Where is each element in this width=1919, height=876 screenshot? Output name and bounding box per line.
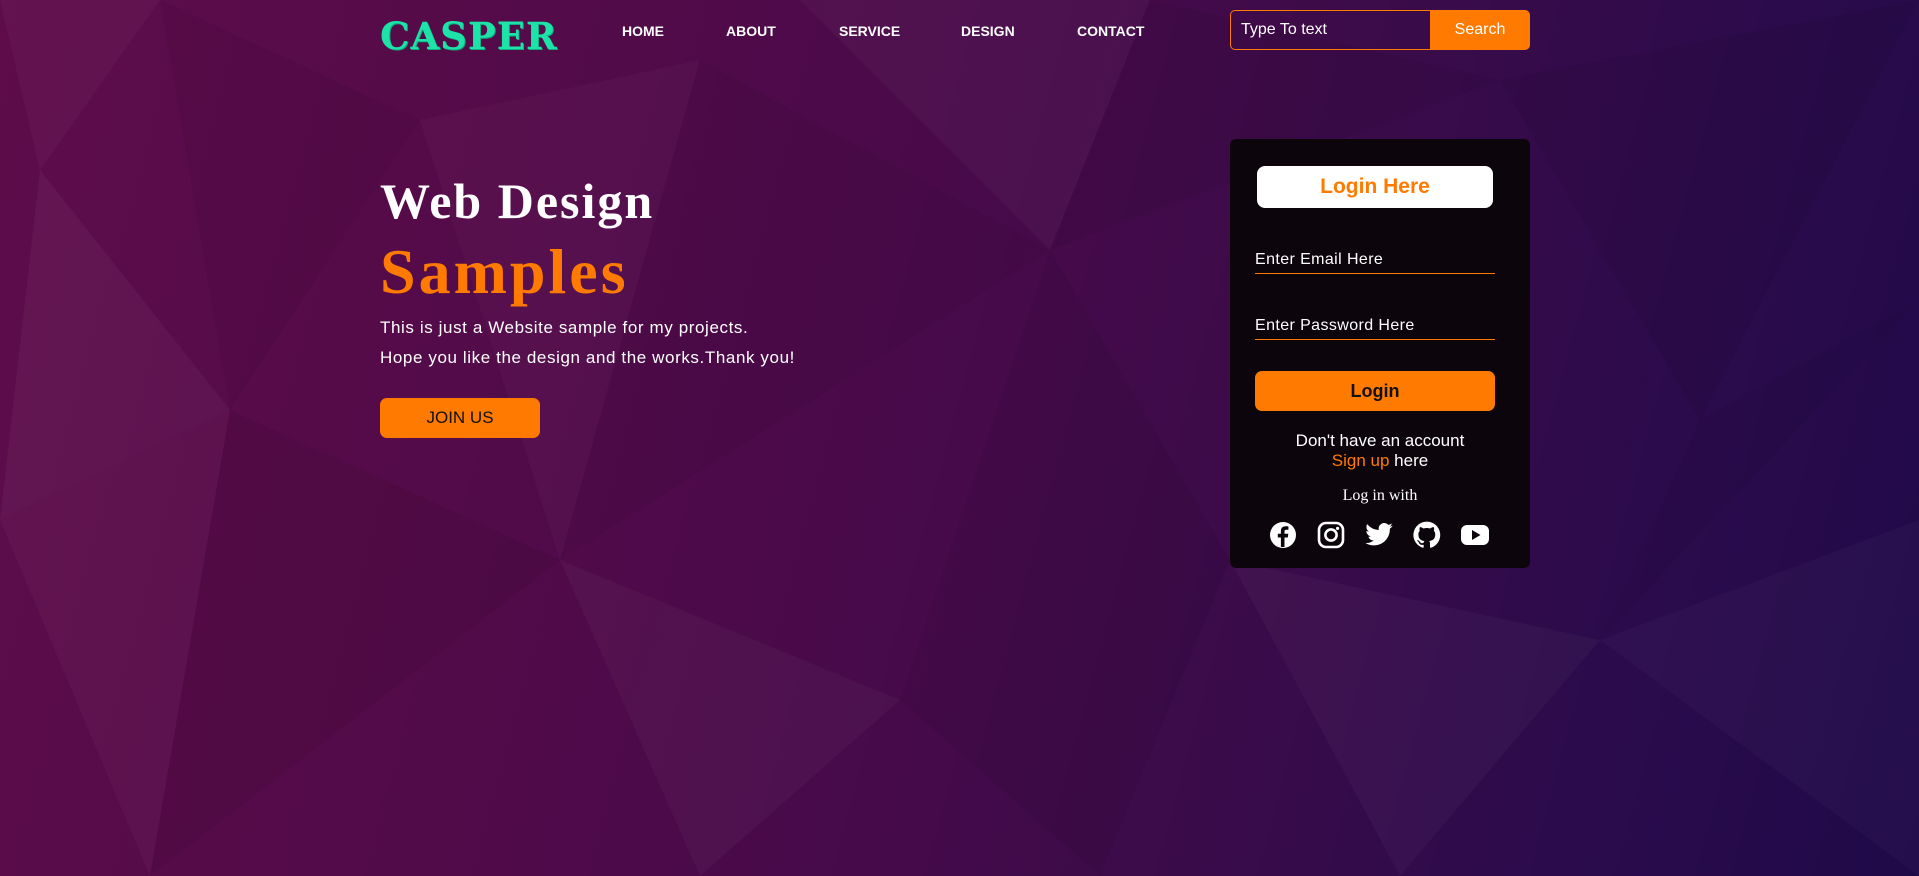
hero-subtitle: Samples	[380, 236, 629, 307]
email-field[interactable]	[1255, 246, 1495, 274]
background-pattern	[0, 0, 1919, 876]
twitter-icon[interactable]	[1364, 520, 1394, 550]
login-button[interactable]: Login	[1255, 371, 1495, 411]
login-heading: Login Here	[1257, 166, 1493, 208]
hero-title: Web Design	[380, 173, 655, 229]
hero-line-1: This is just a Website sample for my pro…	[380, 318, 749, 337]
search-input[interactable]	[1230, 10, 1430, 50]
search-button[interactable]: Search	[1430, 10, 1530, 50]
facebook-icon[interactable]	[1268, 520, 1298, 550]
youtube-icon[interactable]	[1460, 520, 1490, 550]
login-card: Login Here Login Don't have an account S…	[1230, 139, 1530, 568]
signup-prompt: Don't have an account Sign up here	[1230, 431, 1530, 471]
github-icon[interactable]	[1412, 520, 1442, 550]
logo[interactable]: CASPER	[380, 14, 558, 58]
nav-about[interactable]: ABOUT	[726, 23, 776, 39]
instagram-icon[interactable]	[1316, 520, 1346, 550]
join-us-button[interactable]: JOIN US	[380, 398, 540, 438]
nav-service[interactable]: SERVICE	[839, 23, 900, 39]
search-box: Search	[1230, 10, 1530, 50]
nav-home[interactable]: HOME	[622, 23, 664, 39]
signup-link[interactable]: Sign up	[1332, 451, 1390, 470]
no-account-text: Don't have an account	[1295, 431, 1465, 450]
social-icons	[1230, 520, 1530, 552]
nav-design[interactable]: DESIGN	[961, 23, 1015, 39]
login-with-label: Log in with	[1342, 487, 1418, 504]
hero-line-2: Hope you like the design and the works.T…	[380, 348, 795, 367]
signup-suffix: here	[1389, 451, 1429, 470]
nav-contact[interactable]: CONTACT	[1077, 23, 1144, 39]
password-field[interactable]	[1255, 312, 1495, 340]
